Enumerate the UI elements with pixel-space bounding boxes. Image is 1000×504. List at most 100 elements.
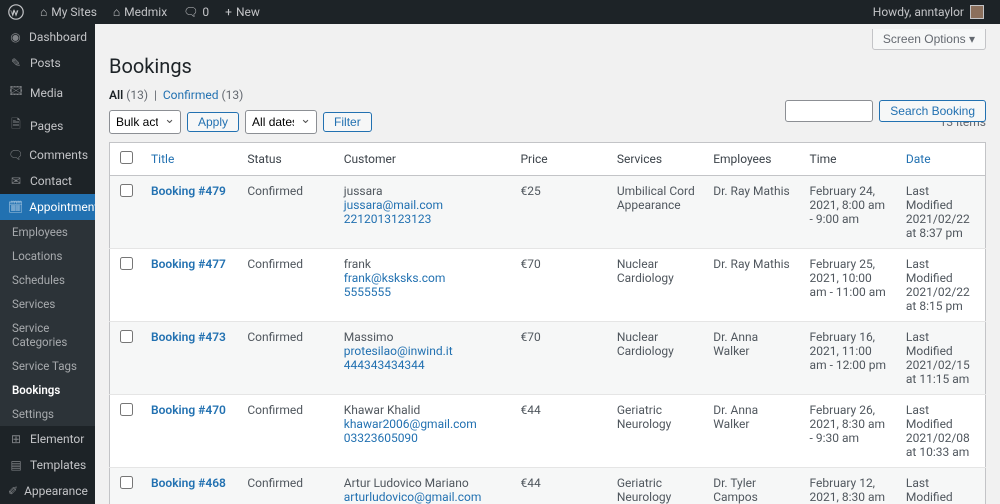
- menu-comments[interactable]: 🗨Comments: [0, 142, 95, 168]
- customer-cell: jussarajussara@mail.com2212013123123: [336, 176, 513, 249]
- menu-dashboard[interactable]: ◉Dashboard: [0, 24, 95, 50]
- submenu-locations[interactable]: Locations: [0, 244, 95, 268]
- filter-button[interactable]: Filter: [323, 112, 372, 132]
- menu-contact[interactable]: ✉Contact: [0, 168, 95, 194]
- submenu-service-categories[interactable]: Service Categories: [0, 316, 95, 354]
- time-cell: February 12, 2021, 8:30 am - 9:30 am: [802, 468, 898, 504]
- menu-appointments[interactable]: 🗓Appointments: [0, 194, 95, 220]
- service-cell: Umbilical Cord Appearance: [609, 176, 705, 249]
- time-cell: February 25, 2021, 10:00 am - 11:00 am: [802, 249, 898, 322]
- col-price: Price: [512, 143, 608, 176]
- customer-cell: frankfrank@ksksks.com5555555: [336, 249, 513, 322]
- col-employees: Employees: [705, 143, 801, 176]
- bookings-table: Title Status Customer Price Services Emp…: [109, 142, 986, 504]
- booking-link[interactable]: Booking #470: [151, 403, 226, 417]
- account-link[interactable]: Howdy, anntaylor: [865, 0, 992, 24]
- price-cell: €25: [512, 176, 608, 249]
- customer-phone[interactable]: 5555555: [344, 285, 505, 299]
- employee-cell: Dr. Anna Walker: [705, 395, 801, 468]
- submenu-appointments: Employees Locations Schedules Services S…: [0, 220, 95, 426]
- col-time: Time: [802, 143, 898, 176]
- apply-button[interactable]: Apply: [187, 112, 239, 132]
- bulk-actions-select[interactable]: Bulk actions: [109, 110, 181, 134]
- customer-email[interactable]: khawar2006@gmail.com: [344, 417, 505, 431]
- submenu-employees[interactable]: Employees: [0, 220, 95, 244]
- menu-appearance[interactable]: ✐Appearance: [0, 478, 95, 504]
- submenu-services[interactable]: Services: [0, 292, 95, 316]
- date-cell: Last Modified2021/02/15 at 11:15 am: [898, 322, 986, 395]
- col-title[interactable]: Title: [143, 143, 239, 176]
- price-cell: €70: [512, 322, 608, 395]
- table-row: Booking #473 ConfirmedMassimoprotesilao@i…: [110, 322, 986, 395]
- booking-link[interactable]: Booking #479: [151, 184, 226, 198]
- col-services: Services: [609, 143, 705, 176]
- service-cell: Geriatric Neurology: [609, 395, 705, 468]
- booking-link[interactable]: Booking #468: [151, 476, 226, 490]
- status-cell: Confirmed: [239, 468, 335, 504]
- col-date[interactable]: Date: [898, 143, 986, 176]
- booking-link[interactable]: Booking #473: [151, 330, 226, 344]
- filter-all[interactable]: All: [109, 88, 123, 102]
- date-cell: Last Modified2021/02/22 at 8:15 pm: [898, 249, 986, 322]
- table-row: Booking #468 ConfirmedArtur Ludovico Mari…: [110, 468, 986, 504]
- time-cell: February 16, 2021, 11:00 am - 12:00 pm: [802, 322, 898, 395]
- customer-phone[interactable]: 2212013123123: [344, 212, 505, 226]
- price-cell: €70: [512, 249, 608, 322]
- service-cell: Nuclear Cardiology: [609, 322, 705, 395]
- table-row: Booking #477 Confirmedfrankfrank@ksksks.c…: [110, 249, 986, 322]
- customer-cell: Massimoprotesilao@inwind.it444343434344: [336, 322, 513, 395]
- status-cell: Confirmed: [239, 249, 335, 322]
- date-cell: Last Modified2021/02/22 at 8:37 pm: [898, 176, 986, 249]
- customer-email[interactable]: protesilao@inwind.it: [344, 344, 505, 358]
- customer-email[interactable]: frank@ksksks.com: [344, 271, 505, 285]
- row-checkbox[interactable]: [120, 257, 133, 270]
- date-cell: Last Modified2021/02/07 at 2:05 am: [898, 468, 986, 504]
- employee-cell: Dr. Ray Mathis: [705, 249, 801, 322]
- avatar: [970, 5, 984, 19]
- submenu-service-tags[interactable]: Service Tags: [0, 354, 95, 378]
- price-cell: €44: [512, 395, 608, 468]
- row-checkbox[interactable]: [120, 403, 133, 416]
- employee-cell: Dr. Tyler Campos: [705, 468, 801, 504]
- menu-posts[interactable]: ✎Posts: [0, 50, 95, 76]
- price-cell: €44: [512, 468, 608, 504]
- status-cell: Confirmed: [239, 176, 335, 249]
- submenu-schedules[interactable]: Schedules: [0, 268, 95, 292]
- site-name-link[interactable]: ⌂Medmix: [105, 0, 175, 24]
- wp-logo[interactable]: [0, 0, 32, 24]
- row-checkbox[interactable]: [120, 184, 133, 197]
- customer-phone[interactable]: 444343434344: [344, 358, 505, 372]
- service-cell: Nuclear Cardiology: [609, 249, 705, 322]
- customer-phone[interactable]: 03323605090: [344, 431, 505, 445]
- menu-pages[interactable]: 🗎Pages: [0, 109, 95, 142]
- comments-link[interactable]: 🗨0: [175, 0, 217, 24]
- col-status: Status: [239, 143, 335, 176]
- screen-options-toggle[interactable]: Screen Options ▾: [872, 29, 986, 50]
- filter-confirmed[interactable]: Confirmed: [163, 88, 219, 102]
- menu-elementor[interactable]: ⊞Elementor: [0, 426, 95, 452]
- employee-cell: Dr. Ray Mathis: [705, 176, 801, 249]
- page-title: Bookings: [109, 54, 986, 78]
- service-cell: Geriatric Neurology: [609, 468, 705, 504]
- date-cell: Last Modified2021/02/08 at 10:33 am: [898, 395, 986, 468]
- dates-select[interactable]: All dates: [245, 110, 317, 134]
- customer-email[interactable]: arturludovico@gmail.com: [344, 490, 505, 504]
- employee-cell: Dr. Anna Walker: [705, 322, 801, 395]
- customer-email[interactable]: jussara@mail.com: [344, 198, 505, 212]
- customer-cell: Artur Ludovico Marianoarturludovico@gmai…: [336, 468, 513, 504]
- table-row: Booking #470ConfirmedKhawar Khalidkhawar…: [110, 395, 986, 468]
- new-content-link[interactable]: +New: [217, 0, 268, 24]
- customer-cell: Khawar Khalidkhawar2006@gmail.com0332360…: [336, 395, 513, 468]
- booking-link[interactable]: Booking #477: [151, 257, 226, 271]
- row-checkbox[interactable]: [120, 476, 133, 489]
- submenu-settings[interactable]: Settings: [0, 402, 95, 426]
- menu-media[interactable]: 🖾Media: [0, 76, 95, 109]
- select-all-checkbox[interactable]: [120, 151, 133, 164]
- search-input[interactable]: [785, 100, 873, 122]
- row-checkbox[interactable]: [120, 330, 133, 343]
- status-cell: Confirmed: [239, 322, 335, 395]
- search-button[interactable]: Search Booking: [879, 100, 986, 122]
- menu-templates[interactable]: ▤Templates: [0, 452, 95, 478]
- my-sites-link[interactable]: ⌂My Sites: [32, 0, 105, 24]
- submenu-bookings[interactable]: Bookings: [0, 378, 95, 402]
